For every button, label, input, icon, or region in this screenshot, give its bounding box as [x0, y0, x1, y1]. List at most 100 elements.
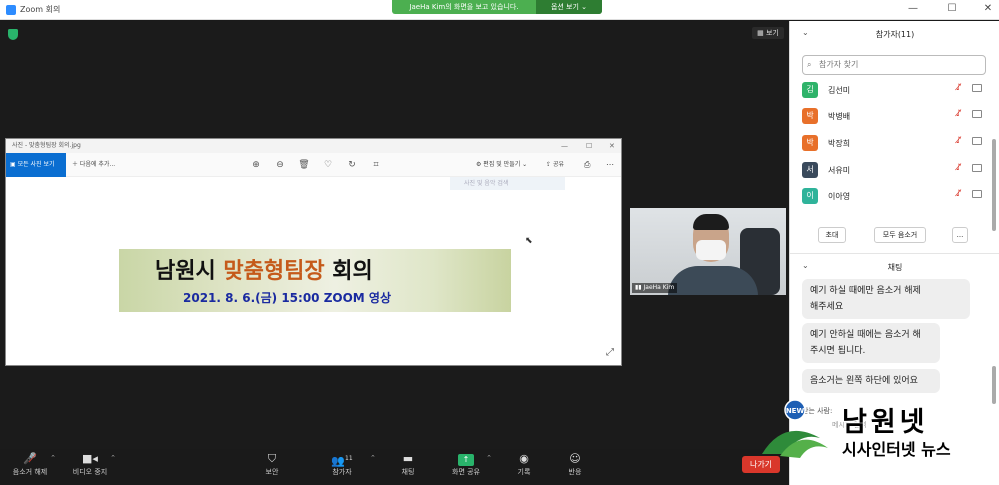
participant-name: 서유미	[828, 166, 851, 175]
add-to-button[interactable]: ＋ 다음에 추가...	[72, 153, 115, 177]
close-icon[interactable]: ✕	[980, 2, 996, 16]
smiley-plus-icon: ☺	[569, 452, 581, 465]
more-icon[interactable]: ⋯	[606, 153, 614, 177]
print-icon[interactable]: ⎙	[584, 153, 590, 177]
favorite-icon[interactable]: ♡	[322, 159, 334, 171]
participants-count: 11	[345, 455, 353, 462]
participant-search-input[interactable]: ⌕ 참가자 찾기	[802, 55, 986, 75]
record-label: 기록	[517, 468, 531, 476]
video-person-body	[668, 266, 758, 295]
meeting-toolbar: 🎤̸ 음소거 해제 ⌃ ■◂ 비디오 중지 ⌃ ⛉ 보안 👥11 참가자 ⌃ ▬…	[0, 449, 789, 485]
unmute-label: 음소거 해제	[12, 468, 48, 476]
participant-row[interactable]: 박 박병배 ♪̸	[802, 108, 986, 126]
muted-mic-icon[interactable]: ♪̸	[956, 109, 962, 119]
muted-mic-icon[interactable]: ♪̸	[956, 189, 962, 199]
mute-all-button[interactable]: 모두 음소거	[874, 227, 926, 243]
people-icon: 👥11	[331, 454, 353, 468]
participant-name: 박장희	[828, 139, 851, 148]
watermark-subtitle: 시사인터넷 뉴스	[842, 440, 951, 459]
chat-message: 예기 안하실 때에는 음소거 해 주시면 됩니다.	[802, 323, 940, 363]
rotate-icon[interactable]: ↻	[346, 159, 358, 171]
photo-viewer-title: 사진 - 맞춤형팀장 회의.jpg	[12, 142, 81, 149]
view-button-label: 보기	[765, 29, 779, 37]
video-person-mask	[696, 240, 726, 260]
all-photos-button[interactable]: ▣ 모든 사진 보기	[6, 153, 66, 177]
video-name-tag: ▮▮ JaeHa Kim	[632, 283, 678, 293]
share-label: 공유	[552, 161, 564, 168]
reactions-label: 반응	[568, 468, 582, 476]
banner-title-accent: 맞춤형팀장	[223, 259, 325, 284]
delete-icon[interactable]: 🗑	[298, 159, 310, 171]
unmute-button[interactable]: 🎤̸ 음소거 해제 ⌃	[0, 451, 60, 477]
chevron-up-icon[interactable]: ⌃	[50, 454, 56, 462]
participant-name: 박병배	[828, 112, 851, 121]
participants-label: 참가자	[332, 468, 352, 476]
security-button[interactable]: ⛉ 보안	[242, 451, 302, 477]
photo-toolbar: ▣ 모든 사진 보기 ＋ 다음에 추가... ⊕ ⊖ 🗑 ♡ ↻ ⌗ ⚙ 편집 …	[6, 153, 621, 177]
photo-close-icon[interactable]: ✕	[609, 139, 615, 153]
photo-maximize-icon[interactable]: ☐	[586, 139, 592, 153]
expand-icon[interactable]: ⤢	[606, 347, 614, 358]
participants-scrollbar[interactable]	[992, 139, 996, 231]
photo-viewer-window: 사진 - 맞춤형팀장 회의.jpg — ☐ ✕ ▣ 모든 사진 보기 ＋ 다음에…	[5, 138, 622, 366]
edit-create-button[interactable]: ⚙ 편집 및 만들기 ⌄	[476, 153, 527, 177]
video-camera-icon[interactable]	[972, 137, 982, 145]
maximize-icon[interactable]: ☐	[944, 2, 960, 16]
video-camera-icon[interactable]	[972, 190, 982, 198]
banner-title: 남원시 맞춤형팀장 회의	[155, 253, 373, 285]
video-camera-icon[interactable]	[972, 110, 982, 118]
search-icon: ⌕	[807, 60, 812, 69]
zoom-out-icon[interactable]: ⊖	[274, 159, 286, 171]
share-screen-label: 화면 공유	[452, 468, 480, 476]
chat-title: 채팅	[887, 263, 903, 272]
participant-row[interactable]: 서 서유미 ♪̸	[802, 162, 986, 180]
avatar: 이	[802, 188, 818, 204]
muted-mic-icon[interactable]: ♪̸	[956, 136, 962, 146]
more-options-button[interactable]: ...	[952, 227, 968, 243]
add-to-label: 다음에 추가...	[79, 161, 116, 168]
participants-button[interactable]: 👥11 참가자	[312, 451, 372, 477]
share-banner-message: JaeHa Kim의 화면을 보고 있습니다.	[409, 3, 519, 11]
view-button[interactable]: ▦ 보기	[752, 27, 784, 39]
participant-name: 이아영	[828, 192, 851, 201]
photo-minimize-icon[interactable]: —	[561, 139, 568, 153]
muted-mic-icon[interactable]: ♪̸	[956, 163, 962, 173]
participant-row[interactable]: 박 박장희 ♪̸	[802, 135, 986, 153]
participant-video-tile[interactable]: ▮▮ JaeHa Kim	[630, 208, 786, 295]
security-shield-icon	[8, 29, 18, 40]
video-camera-icon[interactable]	[972, 164, 982, 172]
all-photos-label: 모든 사진 보기	[17, 161, 55, 168]
video-camera-icon[interactable]	[972, 84, 982, 92]
photo-search-input[interactable]: 사진 및 음악 검색	[450, 177, 565, 190]
chat-bubble-icon: ▬	[402, 452, 414, 465]
zoom-app-icon	[6, 5, 16, 15]
share-screen-button[interactable]: ↑ 화면 공유 ⌃	[436, 451, 496, 477]
shield-icon: ⛉	[267, 452, 277, 465]
window-title: Zoom 회의	[20, 5, 61, 14]
stop-video-button[interactable]: ■◂ 비디오 중지 ⌃	[60, 451, 120, 477]
participants-title: 참가자(11)	[875, 30, 915, 39]
photo-viewer-titlebar: 사진 - 맞춤형팀장 회의.jpg — ☐ ✕	[6, 139, 621, 153]
minimize-icon[interactable]: —	[905, 2, 921, 16]
avatar: 박	[802, 135, 818, 151]
participant-row[interactable]: 이 이아영 ♪̸	[802, 188, 986, 206]
avatar: 박	[802, 108, 818, 124]
participants-chevron-up-icon[interactable]: ⌃	[370, 454, 376, 462]
chevron-up-icon[interactable]: ⌃	[486, 454, 492, 462]
participant-row[interactable]: 김 김선미 ♪̸	[802, 82, 986, 100]
logo-badge-text: NEW	[786, 407, 805, 415]
chat-button[interactable]: ▬ 채팅	[378, 451, 438, 477]
crop-icon[interactable]: ⌗	[370, 159, 382, 171]
invite-button[interactable]: 초대	[818, 227, 846, 243]
watermark-title: 남원넷	[842, 407, 929, 438]
zoom-in-icon[interactable]: ⊕	[250, 159, 262, 171]
view-options-button[interactable]: 옵션 보기 ⌄	[536, 0, 602, 14]
muted-mic-icon[interactable]: ♪̸	[956, 83, 962, 93]
avatar: 서	[802, 162, 818, 178]
chevron-up-icon[interactable]: ⌃	[110, 454, 116, 462]
chat-message: 예기 하실 때에만 음소거 해제 해주세요	[802, 279, 970, 319]
reactions-button[interactable]: ☺ 반응	[545, 451, 605, 477]
share-button[interactable]: ⇪ 공유	[546, 153, 564, 177]
photo-tool-icons: ⊕ ⊖ 🗑 ♡ ↻ ⌗	[250, 159, 382, 171]
chat-scrollbar[interactable]	[992, 366, 996, 404]
